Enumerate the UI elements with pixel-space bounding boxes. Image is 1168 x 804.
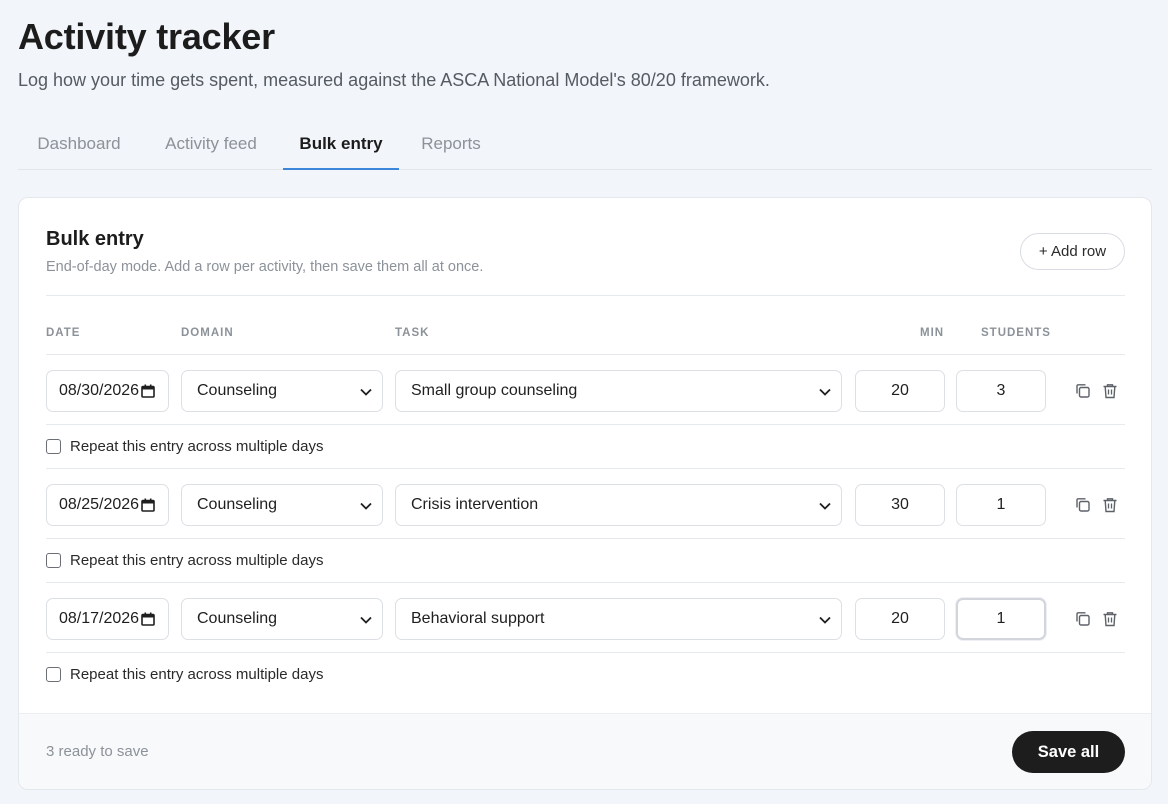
repeat-option: Repeat this entry across multiple days	[46, 436, 323, 456]
domain-select[interactable]: Counseling	[181, 484, 383, 526]
repeat-checkbox[interactable]	[46, 552, 61, 568]
repeat-checkbox[interactable]	[46, 666, 61, 682]
students-input[interactable]: 1	[956, 484, 1046, 526]
calendar-icon[interactable]	[141, 384, 155, 398]
chevron-down-icon	[819, 616, 831, 624]
students-input[interactable]: 1	[956, 598, 1046, 640]
row-divider	[46, 652, 1125, 653]
add-row-button[interactable]: + Add row	[1020, 233, 1125, 270]
chevron-down-icon	[819, 502, 831, 510]
task-value: Small group counseling	[411, 382, 578, 399]
repeat-option: Repeat this entry across multiple days	[46, 664, 323, 684]
entry-row: 08/25/2026 Counseling Crisis interventio…	[46, 468, 1125, 583]
chevron-down-icon	[360, 616, 372, 624]
date-value: 08/17/2026	[59, 610, 140, 627]
date-input[interactable]: 08/30/2026	[46, 370, 169, 412]
calendar-icon[interactable]	[141, 498, 155, 512]
students-input[interactable]: 3	[956, 370, 1046, 412]
save-all-button[interactable]: Save all	[1012, 731, 1125, 773]
trash-icon[interactable]	[1101, 382, 1119, 400]
page-title: Activity tracker	[18, 16, 275, 57]
copy-icon[interactable]	[1074, 610, 1092, 628]
repeat-checkbox[interactable]	[46, 438, 61, 454]
task-value: Crisis intervention	[411, 496, 539, 513]
task-select[interactable]: Behavioral support	[395, 598, 842, 640]
repeat-option: Repeat this entry across multiple days	[46, 550, 323, 570]
column-header-students: STUDENTS	[981, 327, 1051, 339]
chevron-down-icon	[360, 388, 372, 396]
column-header-task: TASK	[395, 327, 430, 339]
domain-select[interactable]: Counseling	[181, 370, 383, 412]
row-divider	[46, 424, 1125, 425]
card-description: End-of-day mode. Add a row per activity,…	[46, 259, 484, 275]
minutes-input[interactable]: 20	[855, 598, 945, 640]
repeat-label[interactable]: Repeat this entry across multiple days	[70, 438, 323, 455]
domain-select[interactable]: Counseling	[181, 598, 383, 640]
entry-row: 08/30/2026 Counseling Small group counse…	[46, 354, 1125, 469]
chevron-down-icon	[360, 502, 372, 510]
tab-reports[interactable]: Reports	[417, 120, 485, 170]
domain-value: Counseling	[197, 382, 278, 399]
tab-activity-feed[interactable]: Activity feed	[159, 120, 263, 170]
header-divider	[46, 295, 1125, 296]
trash-icon[interactable]	[1101, 496, 1119, 514]
minutes-input[interactable]: 20	[855, 370, 945, 412]
trash-icon[interactable]	[1101, 610, 1119, 628]
date-input[interactable]: 08/17/2026	[46, 598, 169, 640]
row-divider	[46, 538, 1125, 539]
tab-bar: Dashboard Activity feed Bulk entry Repor…	[18, 120, 1152, 170]
date-value: 08/25/2026	[59, 496, 140, 513]
page-subtitle: Log how your time gets spent, measured a…	[18, 70, 770, 90]
bulk-entry-card: Bulk entry End-of-day mode. Add a row pe…	[18, 197, 1152, 790]
column-header-date: DATE	[46, 327, 81, 339]
column-header-min: MIN	[920, 327, 945, 339]
repeat-label[interactable]: Repeat this entry across multiple days	[70, 666, 323, 683]
copy-icon[interactable]	[1074, 496, 1092, 514]
tab-dashboard[interactable]: Dashboard	[18, 120, 140, 170]
task-select[interactable]: Crisis intervention	[395, 484, 842, 526]
task-select[interactable]: Small group counseling	[395, 370, 842, 412]
card-title: Bulk entry	[46, 228, 144, 250]
copy-icon[interactable]	[1074, 382, 1092, 400]
ready-count-status: 3 ready to save	[46, 743, 149, 760]
repeat-label[interactable]: Repeat this entry across multiple days	[70, 552, 323, 569]
minutes-input[interactable]: 30	[855, 484, 945, 526]
calendar-icon[interactable]	[141, 612, 155, 626]
task-value: Behavioral support	[411, 610, 545, 627]
card-footer: 3 ready to save Save all	[19, 713, 1151, 789]
chevron-down-icon	[819, 388, 831, 396]
date-value: 08/30/2026	[59, 382, 140, 399]
domain-value: Counseling	[197, 496, 278, 513]
domain-value: Counseling	[197, 610, 278, 627]
tab-bulk-entry[interactable]: Bulk entry	[283, 120, 399, 170]
entry-row: 08/17/2026 Counseling Behavioral support…	[46, 582, 1125, 696]
column-header-domain: DOMAIN	[181, 327, 234, 339]
date-input[interactable]: 08/25/2026	[46, 484, 169, 526]
